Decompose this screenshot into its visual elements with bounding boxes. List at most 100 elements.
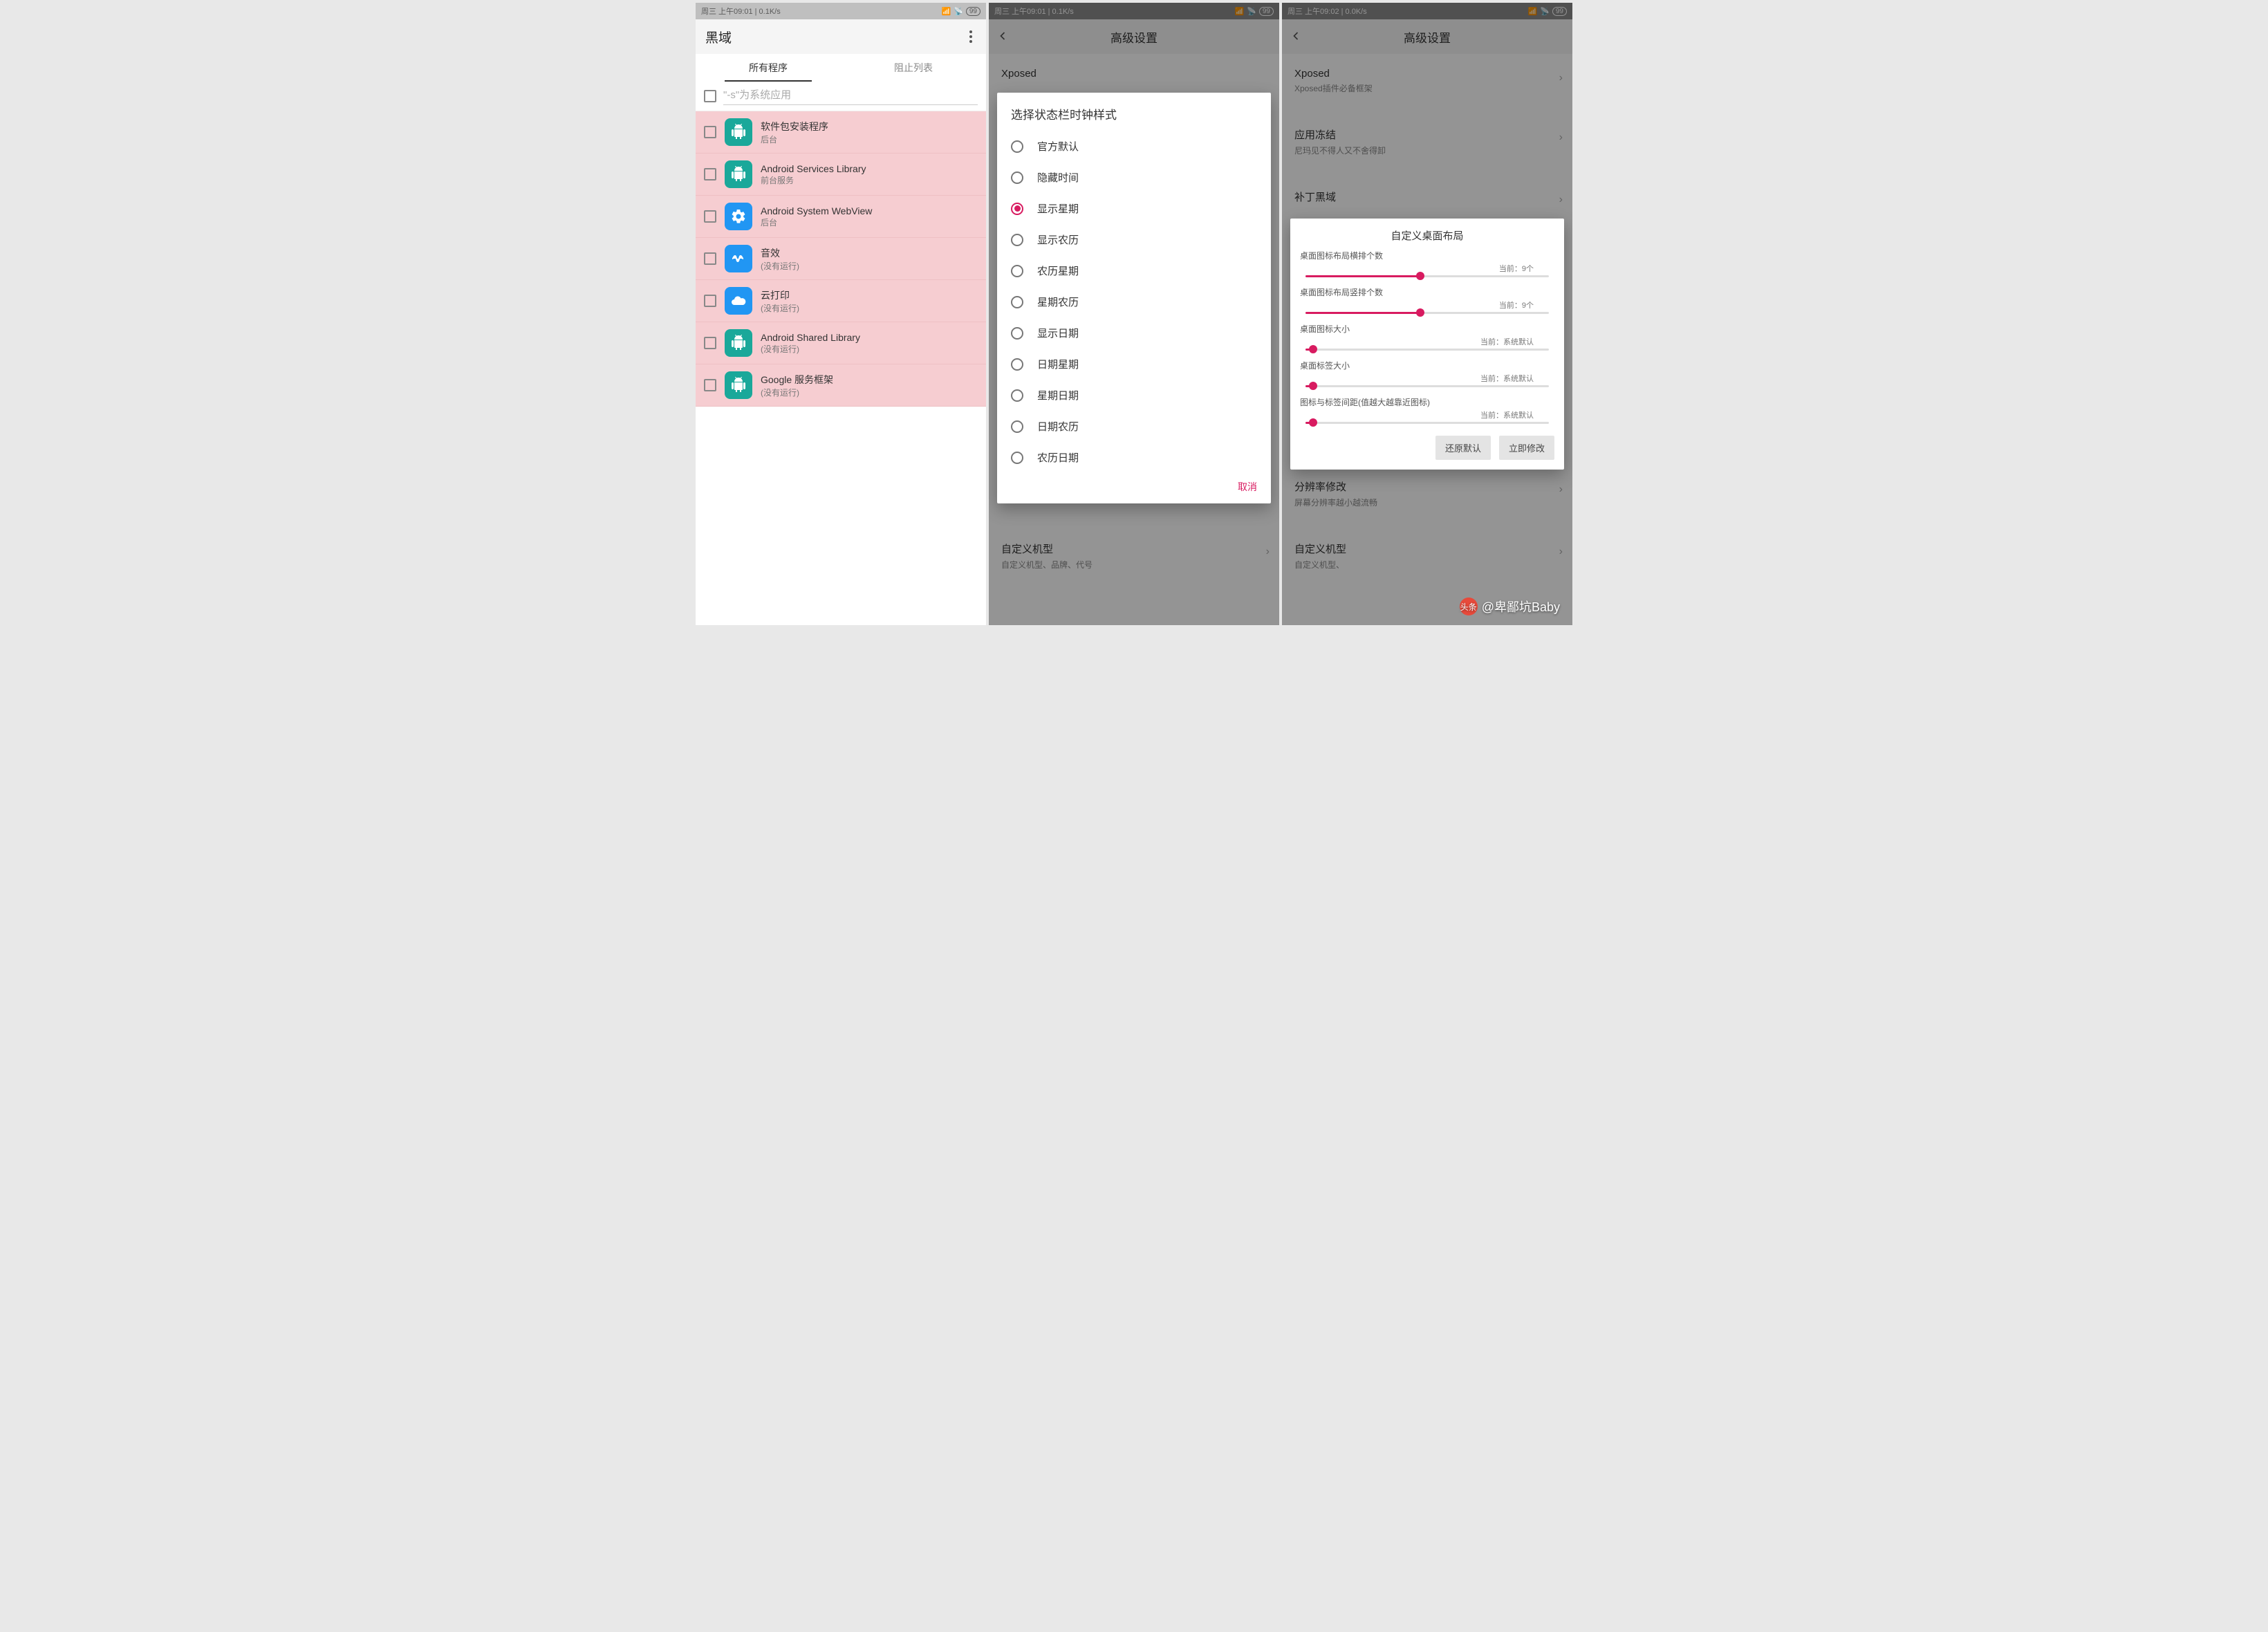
- slider[interactable]: [1300, 343, 1554, 355]
- status-icons: 📶 📡 99: [941, 7, 980, 16]
- dialog-title: 自定义桌面布局: [1300, 228, 1554, 243]
- clock-style-option[interactable]: 隐藏时间: [997, 162, 1271, 193]
- slider[interactable]: [1300, 306, 1554, 319]
- clock-style-option[interactable]: 农历星期: [997, 255, 1271, 286]
- slider-thumb-icon[interactable]: [1309, 382, 1317, 390]
- slider[interactable]: [1300, 380, 1554, 392]
- radio-icon: [1011, 203, 1023, 215]
- app-status: 后台: [761, 133, 828, 145]
- slider-thumb-icon[interactable]: [1416, 272, 1424, 280]
- app-checkbox[interactable]: [704, 210, 716, 223]
- radio-icon: [1011, 420, 1023, 433]
- app-icon: [725, 203, 752, 230]
- app-list-item[interactable]: 云打印(没有运行): [696, 280, 986, 322]
- watermark: 头条 @卑鄙坑Baby: [1460, 597, 1560, 615]
- apply-button[interactable]: 立即修改: [1499, 436, 1554, 460]
- app-info: 软件包安装程序后台: [761, 120, 828, 145]
- app-info: Google 服务框架(没有运行): [761, 373, 833, 398]
- slider[interactable]: [1300, 270, 1554, 282]
- radio-icon: [1011, 171, 1023, 184]
- slider-block: 图标与标签间距(值越大越靠近图标)当前：系统默认: [1300, 396, 1554, 429]
- filter-checkbox[interactable]: [704, 90, 716, 102]
- cancel-button[interactable]: 取消: [1238, 481, 1257, 492]
- app-info: 云打印(没有运行): [761, 288, 799, 314]
- clock-style-option[interactable]: 农历日期: [997, 442, 1271, 473]
- status-bar: 周三 上午09:01 | 0.1K/s 📶 📡 99: [696, 3, 986, 19]
- app-list-item[interactable]: Android Shared Library(没有运行): [696, 322, 986, 364]
- app-list-item[interactable]: 软件包安装程序后台: [696, 111, 986, 154]
- app-list-item[interactable]: Android Services Library前台服务: [696, 154, 986, 196]
- app-status: (没有运行): [761, 343, 860, 355]
- option-label: 农历日期: [1037, 450, 1079, 465]
- app-checkbox[interactable]: [704, 252, 716, 265]
- app-checkbox[interactable]: [704, 337, 716, 349]
- app-icon: [725, 118, 752, 146]
- app-name: Android Services Library: [761, 163, 866, 174]
- tab-all-apps[interactable]: 所有程序: [696, 54, 841, 82]
- radio-icon: [1011, 234, 1023, 246]
- watermark-handle: @卑鄙坑Baby: [1482, 597, 1560, 615]
- clock-style-option[interactable]: 星期农历: [997, 286, 1271, 317]
- app-icon: [725, 160, 752, 188]
- slider-thumb-icon[interactable]: [1309, 418, 1317, 427]
- dialog-title: 选择状态栏时钟样式: [997, 105, 1271, 131]
- slider-label: 桌面图标大小: [1300, 323, 1554, 335]
- radio-icon: [1011, 452, 1023, 464]
- app-checkbox[interactable]: [704, 126, 716, 138]
- clock-style-option[interactable]: 星期日期: [997, 380, 1271, 411]
- app-info: Android Shared Library(没有运行): [761, 332, 860, 355]
- app-name: 音效: [761, 246, 799, 260]
- phone-screenshot-1: 周三 上午09:01 | 0.1K/s 📶 📡 99 黑域 所有程序 阻止列表 …: [696, 3, 986, 625]
- radio-icon: [1011, 389, 1023, 402]
- app-list-item[interactable]: Android System WebView后台: [696, 196, 986, 238]
- clock-style-option[interactable]: 官方默认: [997, 131, 1271, 162]
- clock-style-option[interactable]: 日期星期: [997, 349, 1271, 380]
- app-status: 前台服务: [761, 174, 866, 186]
- radio-icon: [1011, 140, 1023, 153]
- dialog-footer: 取消: [997, 473, 1271, 498]
- option-label: 隐藏时间: [1037, 170, 1079, 185]
- app-icon: [725, 287, 752, 315]
- app-list: 软件包安装程序后台Android Services Library前台服务And…: [696, 111, 986, 407]
- app-status: (没有运行): [761, 302, 799, 314]
- signal-icon: 📶: [941, 7, 951, 16]
- slider-thumb-icon[interactable]: [1309, 345, 1317, 353]
- radio-icon: [1011, 296, 1023, 308]
- slider-label: 桌面图标布局竖排个数: [1300, 286, 1554, 298]
- app-icon: [725, 371, 752, 399]
- tab-blocklist[interactable]: 阻止列表: [841, 54, 986, 82]
- app-checkbox[interactable]: [704, 295, 716, 307]
- app-list-item[interactable]: 音效(没有运行): [696, 238, 986, 280]
- clock-style-option[interactable]: 显示农历: [997, 224, 1271, 255]
- tab-bar: 所有程序 阻止列表: [696, 54, 986, 82]
- dialog-buttons: 还原默认 立即修改: [1300, 436, 1554, 460]
- slider[interactable]: [1300, 416, 1554, 429]
- slider-label: 桌面图标布局横排个数: [1300, 250, 1554, 261]
- radio-icon: [1011, 358, 1023, 371]
- option-label: 显示农历: [1037, 232, 1079, 247]
- option-label: 日期星期: [1037, 357, 1079, 371]
- app-info: Android Services Library前台服务: [761, 163, 866, 186]
- app-name: Google 服务框架: [761, 373, 833, 387]
- app-checkbox[interactable]: [704, 379, 716, 391]
- filter-input[interactable]: "-s"为系统应用: [723, 87, 978, 105]
- option-label: 显示日期: [1037, 326, 1079, 340]
- more-menu-icon[interactable]: [965, 26, 976, 47]
- app-title: 黑域: [705, 28, 732, 46]
- clock-style-option[interactable]: 显示星期: [997, 193, 1271, 224]
- app-checkbox[interactable]: [704, 168, 716, 180]
- reset-button[interactable]: 还原默认: [1435, 436, 1491, 460]
- app-list-item[interactable]: Google 服务框架(没有运行): [696, 364, 986, 407]
- app-info: Android System WebView后台: [761, 205, 872, 228]
- slider-block: 桌面图标布局横排个数当前：9个: [1300, 250, 1554, 282]
- slider-thumb-icon[interactable]: [1416, 308, 1424, 317]
- slider-label: 桌面标签大小: [1300, 360, 1554, 371]
- phone-screenshot-2: 周三 上午09:01 | 0.1K/s 📶 📡 99 高级设置 Xposed 自…: [989, 3, 1279, 625]
- clock-style-dialog: 选择状态栏时钟样式 官方默认隐藏时间显示星期显示农历农历星期星期农历显示日期日期…: [997, 93, 1271, 503]
- phone-screenshot-3: 周三 上午09:02 | 0.0K/s 📶 📡 99 高级设置 XposedXp…: [1282, 3, 1572, 625]
- radio-icon: [1011, 265, 1023, 277]
- clock-style-option[interactable]: 显示日期: [997, 317, 1271, 349]
- app-status: 后台: [761, 216, 872, 228]
- app-name: 云打印: [761, 288, 799, 302]
- clock-style-option[interactable]: 日期农历: [997, 411, 1271, 442]
